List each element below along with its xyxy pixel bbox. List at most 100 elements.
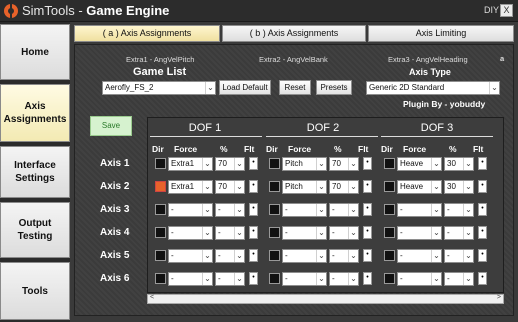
force-select[interactable]: - ⌄ bbox=[168, 226, 213, 240]
percent-select[interactable]: - ⌄ bbox=[444, 203, 474, 217]
force-select[interactable]: Pitch ⌄ bbox=[282, 157, 327, 171]
dir-checkbox[interactable] bbox=[269, 158, 280, 169]
dir-checkbox[interactable] bbox=[155, 273, 166, 284]
tab-axis-assignments-b[interactable]: ( b ) Axis Assignments bbox=[222, 25, 366, 42]
dir-checkbox[interactable] bbox=[384, 227, 395, 238]
percent-select[interactable]: 70 ⌄ bbox=[329, 180, 359, 194]
filter-button[interactable]: • bbox=[249, 157, 258, 170]
force-select[interactable]: - ⌄ bbox=[282, 249, 327, 263]
dir-checkbox[interactable] bbox=[269, 250, 280, 261]
force-select[interactable]: Extra1 ⌄ bbox=[168, 180, 213, 194]
force-select[interactable]: Heave ⌄ bbox=[397, 180, 442, 194]
percent-select[interactable]: - ⌄ bbox=[444, 272, 474, 286]
percent-select[interactable]: 70 ⌄ bbox=[215, 180, 245, 194]
filter-button[interactable]: • bbox=[363, 272, 372, 285]
percent-select[interactable]: 70 ⌄ bbox=[329, 157, 359, 171]
filter-button[interactable]: • bbox=[478, 203, 487, 216]
sidebar-item-tools[interactable]: Tools bbox=[0, 262, 70, 320]
scroll-left-icon[interactable]: < bbox=[150, 294, 154, 301]
sidebar-item-output-testing[interactable]: Output Testing bbox=[0, 202, 70, 258]
percent-select[interactable]: - ⌄ bbox=[329, 203, 359, 217]
percent-select[interactable]: - ⌄ bbox=[444, 249, 474, 263]
sidebar-item-interface-settings[interactable]: Interface Settings bbox=[0, 146, 70, 198]
dir-checkbox[interactable] bbox=[384, 181, 395, 192]
dir-checkbox[interactable] bbox=[155, 250, 166, 261]
sidebar-item-axis-assignments[interactable]: Axis Assignments bbox=[0, 84, 70, 142]
percent-select[interactable]: - ⌄ bbox=[215, 249, 245, 263]
dir-checkbox[interactable] bbox=[155, 204, 166, 215]
filter-button[interactable]: • bbox=[249, 203, 258, 216]
filter-button[interactable]: • bbox=[363, 249, 372, 262]
sidebar-item-home[interactable]: Home bbox=[0, 24, 70, 80]
filter-button[interactable]: • bbox=[363, 157, 372, 170]
percent-select[interactable]: 30 ⌄ bbox=[444, 180, 474, 194]
percent-select[interactable]: - ⌄ bbox=[329, 272, 359, 286]
force-select[interactable]: Heave ⌄ bbox=[397, 157, 442, 171]
filter-button[interactable]: • bbox=[478, 157, 487, 170]
filter-button[interactable]: • bbox=[478, 249, 487, 262]
extra3-label: Extra3 - AngVelHeading bbox=[388, 55, 468, 64]
force-select[interactable]: - ⌄ bbox=[282, 226, 327, 240]
dir-checkbox[interactable] bbox=[155, 158, 166, 169]
game-list-select[interactable]: Aerofly_FS_2 ⌄ bbox=[102, 81, 216, 95]
percent-select[interactable]: - ⌄ bbox=[215, 203, 245, 217]
filter-button[interactable]: • bbox=[478, 180, 487, 193]
filter-button[interactable]: • bbox=[249, 272, 258, 285]
dir-checkbox[interactable] bbox=[269, 273, 280, 284]
filter-button[interactable]: • bbox=[249, 226, 258, 239]
force-select[interactable]: Pitch ⌄ bbox=[282, 180, 327, 194]
scroll-right-icon[interactable]: > bbox=[497, 294, 501, 301]
force-select[interactable]: - ⌄ bbox=[282, 272, 327, 286]
chevron-down-icon: ⌄ bbox=[316, 250, 326, 262]
horizontal-scrollbar[interactable]: < > bbox=[147, 294, 504, 304]
filter-button[interactable]: • bbox=[363, 226, 372, 239]
save-button[interactable]: Save bbox=[90, 116, 132, 136]
force-select[interactable]: - ⌄ bbox=[168, 203, 213, 217]
dir-checkbox[interactable] bbox=[384, 250, 395, 261]
percent-select[interactable]: - ⌄ bbox=[444, 226, 474, 240]
filter-button[interactable]: • bbox=[363, 180, 372, 193]
dir-checkbox[interactable] bbox=[384, 273, 395, 284]
dir-checkbox[interactable] bbox=[269, 204, 280, 215]
force-select[interactable]: - ⌄ bbox=[168, 249, 213, 263]
percent-select[interactable]: - ⌄ bbox=[329, 249, 359, 263]
dir-checkbox[interactable] bbox=[269, 227, 280, 238]
dof1-col-force: Force bbox=[174, 144, 198, 154]
force-select[interactable]: - ⌄ bbox=[282, 203, 327, 217]
axis-type-select[interactable]: Generic 2D Standard ⌄ bbox=[366, 81, 500, 95]
presets-button[interactable]: Presets bbox=[316, 80, 352, 95]
dir-checkbox[interactable] bbox=[155, 227, 166, 238]
filter-button[interactable]: • bbox=[478, 272, 487, 285]
chevron-down-icon: ⌄ bbox=[489, 82, 499, 94]
dir-checkbox[interactable] bbox=[384, 158, 395, 169]
dir-checkbox[interactable] bbox=[155, 181, 166, 192]
chevron-down-icon: ⌄ bbox=[234, 227, 244, 239]
axis-label: Axis 2 bbox=[100, 181, 130, 192]
filter-button[interactable]: • bbox=[249, 180, 258, 193]
dof3-col-force: Force bbox=[403, 144, 427, 154]
force-select[interactable]: Extra1 ⌄ bbox=[168, 157, 213, 171]
tab-axis-assignments-a[interactable]: ( a ) Axis Assignments bbox=[74, 25, 220, 42]
percent-select[interactable]: 70 ⌄ bbox=[215, 157, 245, 171]
force-select[interactable]: - ⌄ bbox=[397, 226, 442, 240]
chevron-down-icon: ⌄ bbox=[348, 250, 358, 262]
percent-select[interactable]: - ⌄ bbox=[329, 226, 359, 240]
dir-checkbox[interactable] bbox=[269, 181, 280, 192]
reset-button[interactable]: Reset bbox=[279, 80, 311, 95]
tab-axis-limiting[interactable]: Axis Limiting bbox=[368, 25, 514, 42]
chevron-down-icon: ⌄ bbox=[463, 250, 473, 262]
percent-select[interactable]: 30 ⌄ bbox=[444, 157, 474, 171]
close-button[interactable]: X bbox=[500, 4, 513, 17]
filter-button[interactable]: • bbox=[478, 226, 487, 239]
filter-button[interactable]: • bbox=[363, 203, 372, 216]
dof1-divider bbox=[150, 136, 262, 137]
force-select[interactable]: - ⌄ bbox=[397, 203, 442, 217]
force-select[interactable]: - ⌄ bbox=[168, 272, 213, 286]
force-select[interactable]: - ⌄ bbox=[397, 249, 442, 263]
filter-button[interactable]: • bbox=[249, 249, 258, 262]
percent-select[interactable]: - ⌄ bbox=[215, 272, 245, 286]
percent-select[interactable]: - ⌄ bbox=[215, 226, 245, 240]
dir-checkbox[interactable] bbox=[384, 204, 395, 215]
force-select[interactable]: - ⌄ bbox=[397, 272, 442, 286]
load-default-button[interactable]: Load Default bbox=[219, 80, 271, 95]
